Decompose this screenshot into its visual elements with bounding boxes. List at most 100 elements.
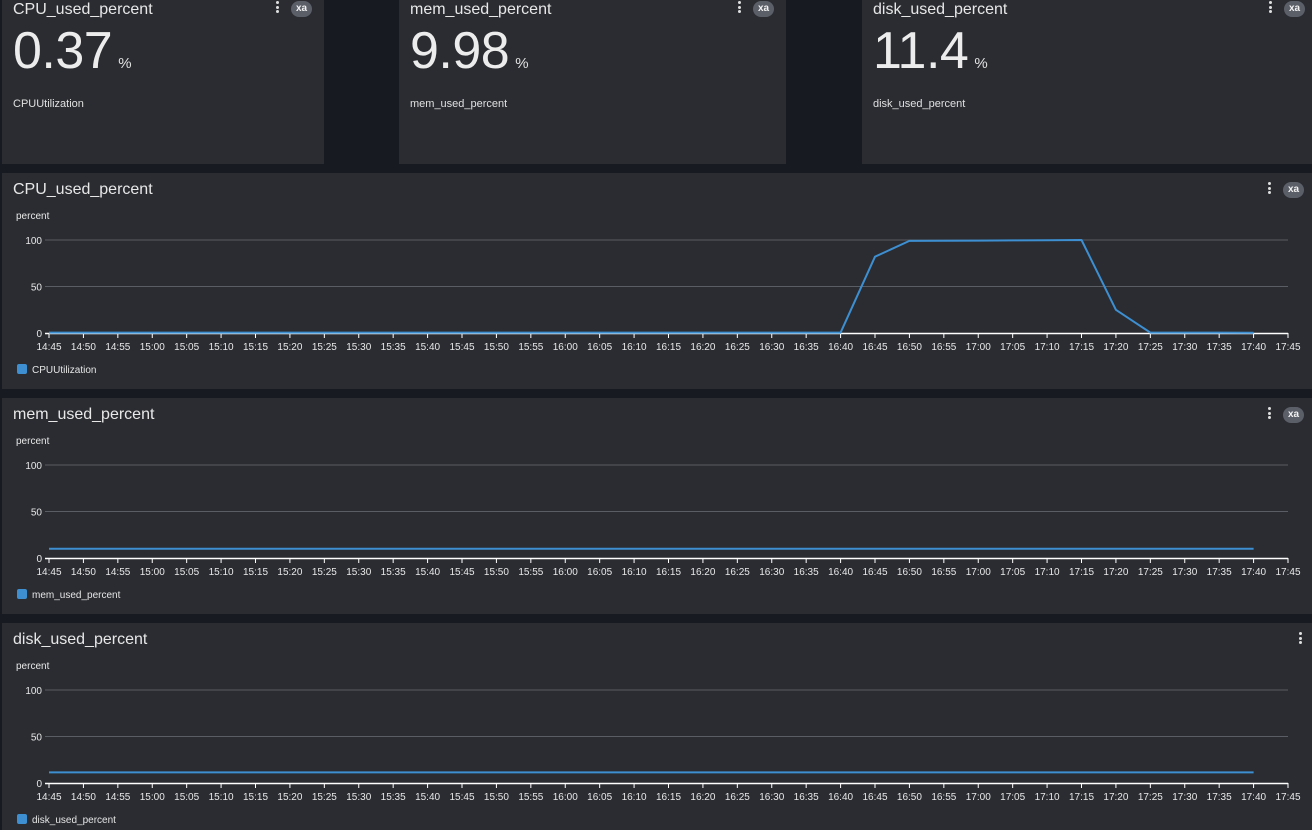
x-tick-label: 17:40 bbox=[1241, 792, 1266, 803]
x-tick-label: 15:10 bbox=[209, 792, 234, 803]
x-tick-label: 15:00 bbox=[140, 567, 165, 578]
legend-swatch bbox=[17, 814, 27, 824]
xa-badge[interactable]: xa bbox=[1284, 1, 1305, 17]
x-tick-label: 15:05 bbox=[174, 567, 199, 578]
panel-title: mem_used_percent bbox=[410, 1, 552, 18]
x-tick-label: 17:30 bbox=[1172, 567, 1197, 578]
x-tick-label: 15:25 bbox=[312, 567, 337, 578]
y-axis-label: percent bbox=[16, 211, 50, 222]
chart-panel-cpu: CPU_used_percent xa percent 0 50 100 14:45 14… bbox=[2, 173, 1312, 389]
stat-subtitle: mem_used_percent bbox=[410, 98, 508, 110]
x-tick-label: 17:20 bbox=[1103, 567, 1128, 578]
y-axis-label: percent bbox=[16, 661, 50, 672]
panel-menu-icon[interactable] bbox=[735, 1, 743, 15]
y-tick-label: 0 bbox=[36, 329, 42, 340]
xa-badge[interactable]: xa bbox=[291, 1, 312, 17]
x-tick-label: 16:00 bbox=[553, 567, 578, 578]
stat-subtitle: CPUUtilization bbox=[13, 98, 84, 110]
x-tick-label: 16:50 bbox=[897, 792, 922, 803]
x-tick-label: 16:35 bbox=[794, 792, 819, 803]
x-tick-label: 16:40 bbox=[828, 567, 853, 578]
panel-title: disk_used_percent bbox=[873, 1, 1008, 18]
line-chart: percent 0 50 100 14:45 14:50 14:55 15:00 15:05 15… bbox=[16, 211, 1301, 353]
y-tick-label: 0 bbox=[36, 554, 42, 565]
x-tick-label: 15:10 bbox=[209, 342, 234, 353]
y-tick-label: 100 bbox=[25, 686, 42, 697]
stat-number: 0.37 bbox=[13, 22, 113, 80]
x-tick-label: 16:30 bbox=[759, 792, 784, 803]
chart-panel-mem: mem_used_percent xa percent 0 50 100 14:45 14… bbox=[2, 398, 1312, 614]
x-tick-label: 17:10 bbox=[1035, 792, 1060, 803]
x-tick-label: 15:35 bbox=[381, 567, 406, 578]
x-tick-label: 14:45 bbox=[36, 342, 61, 353]
x-tick-label: 15:05 bbox=[174, 792, 199, 803]
x-tick-label: 17:00 bbox=[966, 342, 991, 353]
x-tick-label: 15:30 bbox=[346, 567, 371, 578]
x-tick-label: 16:05 bbox=[587, 342, 612, 353]
legend-item[interactable]: disk_used_percent bbox=[17, 814, 116, 826]
x-tick-label: 15:20 bbox=[277, 567, 302, 578]
x-tick-label: 17:30 bbox=[1172, 342, 1197, 353]
stat-subtitle: disk_used_percent bbox=[873, 98, 966, 110]
line-chart: percent 0 50 100 14:45 14:50 14:55 15:00 15:05 15… bbox=[16, 436, 1301, 578]
x-tick-label: 16:40 bbox=[828, 342, 853, 353]
x-tick-label: 16:20 bbox=[690, 342, 715, 353]
panel-menu-icon[interactable] bbox=[1266, 1, 1274, 15]
x-tick-label: 15:35 bbox=[381, 342, 406, 353]
legend-label: disk_used_percent bbox=[32, 815, 116, 826]
x-tick-label: 15:20 bbox=[277, 792, 302, 803]
x-tick-label: 17:20 bbox=[1103, 792, 1128, 803]
x-tick-label: 17:30 bbox=[1172, 792, 1197, 803]
x-tick-label: 17:45 bbox=[1275, 342, 1300, 353]
x-tick-label: 17:25 bbox=[1138, 792, 1163, 803]
x-tick-label: 15:40 bbox=[415, 342, 440, 353]
x-tick-label: 17:20 bbox=[1103, 342, 1128, 353]
x-tick-label: 17:05 bbox=[1000, 567, 1025, 578]
x-tick-label: 16:05 bbox=[587, 792, 612, 803]
x-tick-label: 14:55 bbox=[105, 792, 130, 803]
x-tick-label: 15:30 bbox=[346, 792, 371, 803]
x-tick-label: 15:05 bbox=[174, 342, 199, 353]
y-axis-label: percent bbox=[16, 436, 50, 447]
legend-swatch bbox=[17, 364, 27, 374]
legend-item[interactable]: mem_used_percent bbox=[17, 589, 120, 601]
x-tick-label: 16:55 bbox=[931, 342, 956, 353]
x-tick-label: 16:45 bbox=[862, 792, 887, 803]
x-tick-label: 14:50 bbox=[71, 792, 96, 803]
x-tick-label: 15:00 bbox=[140, 342, 165, 353]
x-tick-label: 16:00 bbox=[553, 792, 578, 803]
x-tick-label: 14:55 bbox=[105, 342, 130, 353]
x-tick-label: 16:45 bbox=[862, 342, 887, 353]
x-tick-label: 16:30 bbox=[759, 342, 784, 353]
stat-panel-cpu: CPU_used_percent xa 0.37% CPUUtilization bbox=[2, 0, 324, 164]
x-tick-label: 16:20 bbox=[690, 567, 715, 578]
x-tick-label: 16:05 bbox=[587, 567, 612, 578]
x-tick-label: 15:55 bbox=[518, 567, 543, 578]
x-tick-label: 15:25 bbox=[312, 792, 337, 803]
x-tick-label: 17:25 bbox=[1138, 567, 1163, 578]
legend-label: CPUUtilization bbox=[32, 365, 97, 376]
legend-label: mem_used_percent bbox=[32, 590, 121, 601]
x-tick-label: 17:40 bbox=[1241, 342, 1266, 353]
x-tick-label: 16:10 bbox=[622, 567, 647, 578]
panel-menu-icon[interactable] bbox=[273, 1, 281, 15]
stat-unit: % bbox=[118, 55, 132, 72]
x-tick-label: 15:20 bbox=[277, 342, 302, 353]
x-tick-label: 16:50 bbox=[897, 342, 922, 353]
x-tick-label: 15:15 bbox=[243, 567, 268, 578]
x-tick-label: 16:10 bbox=[622, 342, 647, 353]
x-tick-label: 17:15 bbox=[1069, 567, 1094, 578]
chart-panel-disk: disk_used_percent percent 0 50 100 14:45 14:5… bbox=[2, 623, 1312, 830]
x-tick-label: 17:05 bbox=[1000, 792, 1025, 803]
stat-value: 9.98% bbox=[410, 22, 529, 93]
x-tick-label: 15:55 bbox=[518, 792, 543, 803]
x-tick-label: 15:40 bbox=[415, 792, 440, 803]
xa-badge[interactable]: xa bbox=[753, 1, 774, 17]
stat-panel-mem: mem_used_percent xa 9.98% mem_used_perce… bbox=[399, 0, 786, 164]
legend-item[interactable]: CPUUtilization bbox=[17, 364, 96, 376]
x-tick-label: 16:40 bbox=[828, 792, 853, 803]
x-tick-label: 16:55 bbox=[931, 792, 956, 803]
x-tick-label: 17:15 bbox=[1069, 342, 1094, 353]
stat-panel-disk: disk_used_percent xa 11.4% disk_used_per… bbox=[862, 0, 1312, 164]
x-tick-label: 15:45 bbox=[449, 342, 474, 353]
